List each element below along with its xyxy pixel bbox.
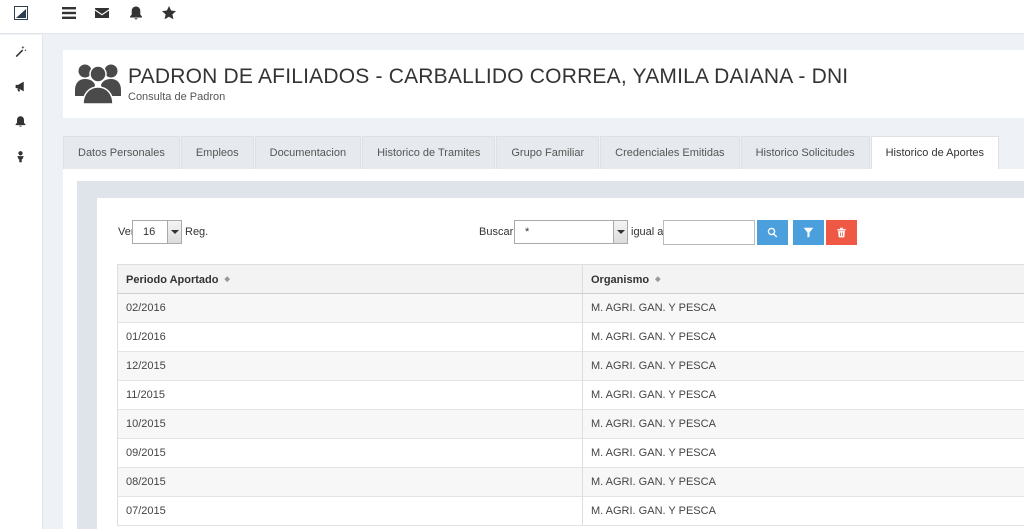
delete-button[interactable] — [826, 220, 857, 245]
page-size-value: 16 — [143, 226, 156, 238]
search-field-value: * — [525, 226, 530, 238]
envelope-icon[interactable] — [94, 5, 112, 21]
periodo-cell: 11/2015 — [117, 381, 583, 409]
sort-icon[interactable]: ◆ — [224, 265, 229, 295]
periodo-cell: 08/2015 — [117, 468, 583, 496]
organismo-cell: M. AGRI. GAN. Y PESCA — [591, 331, 716, 343]
star-icon[interactable] — [161, 5, 179, 21]
organismo-cell: M. AGRI. GAN. Y PESCA — [591, 389, 716, 401]
table-row[interactable]: 08/2015 M. AGRI. GAN. Y PESCA — [117, 468, 1024, 497]
page-title: PADRON DE AFILIADOS - CARBALLIDO CORREA,… — [128, 65, 855, 88]
table-header: Periodo Aportado ◆ Organismo ◆ — [117, 264, 1024, 294]
menu-icon[interactable] — [61, 5, 79, 21]
column-header-organismo[interactable]: Organismo ◆ — [583, 265, 1024, 293]
column-header-label: Periodo Aportado — [126, 274, 219, 286]
tab-bar: Datos Personales Empleos Documentacion H… — [63, 136, 1000, 169]
tab-grupo-familiar[interactable]: Grupo Familiar — [496, 136, 600, 169]
filter-button[interactable] — [793, 220, 824, 245]
table-row[interactable]: 02/2016 M. AGRI. GAN. Y PESCA — [117, 294, 1024, 323]
users-group-icon — [75, 60, 121, 105]
search-input[interactable] — [663, 220, 755, 245]
sort-icon[interactable]: ◆ — [655, 265, 660, 295]
column-header-label: Organismo — [591, 274, 650, 286]
organismo-cell: M. AGRI. GAN. Y PESCA — [591, 302, 716, 314]
table-row[interactable]: 09/2015 M. AGRI. GAN. Y PESCA — [117, 439, 1024, 468]
aportes-table: Periodo Aportado ◆ Organismo ◆ 02/2016 M. … — [117, 264, 1024, 526]
periodo-cell: 02/2016 — [117, 294, 583, 322]
table-row[interactable]: 12/2015 M. AGRI. GAN. Y PESCA — [117, 352, 1024, 381]
tab-credenciales-emitidas[interactable]: Credenciales Emitidas — [600, 136, 740, 169]
table-row[interactable]: 10/2015 M. AGRI. GAN. Y PESCA — [117, 410, 1024, 439]
filter-icon — [803, 227, 814, 238]
search-button[interactable] — [757, 220, 788, 245]
tab-historico-tramites[interactable]: Historico de Tramites — [362, 136, 496, 169]
left-sidebar — [0, 35, 43, 529]
chevron-down-icon — [167, 221, 181, 243]
table-row[interactable]: 11/2015 M. AGRI. GAN. Y PESCA — [117, 381, 1024, 410]
organismo-cell: M. AGRI. GAN. Y PESCA — [591, 418, 716, 430]
table-row[interactable]: 07/2015 M. AGRI. GAN. Y PESCA — [117, 497, 1024, 526]
organismo-cell: M. AGRI. GAN. Y PESCA — [591, 505, 716, 517]
periodo-cell: 09/2015 — [117, 439, 583, 467]
tab-historico-aportes[interactable]: Historico de Aportes — [870, 136, 1000, 169]
organismo-cell: M. AGRI. GAN. Y PESCA — [591, 360, 716, 372]
top-navbar — [0, 0, 1024, 34]
page-subtitle: Consulta de Padron — [128, 91, 226, 103]
column-header-periodo[interactable]: Periodo Aportado ◆ — [117, 265, 583, 293]
periodo-cell: 01/2016 — [117, 323, 583, 351]
periodo-cell: 07/2015 — [117, 497, 583, 525]
table-row[interactable]: 01/2016 M. AGRI. GAN. Y PESCA — [117, 323, 1024, 352]
tab-documentacion[interactable]: Documentacion — [254, 136, 362, 169]
buscar-label: Buscar — [479, 226, 514, 238]
search-field-select[interactable]: * — [514, 220, 628, 244]
reg-label: Reg. — [185, 226, 209, 238]
page-header: PADRON DE AFILIADOS - CARBALLIDO CORREA,… — [63, 50, 1024, 118]
bell-icon[interactable] — [128, 5, 146, 21]
bullhorn-icon[interactable] — [14, 80, 28, 94]
trash-icon — [837, 227, 846, 238]
page-size-select[interactable]: 16 — [132, 220, 182, 244]
organismo-cell: M. AGRI. GAN. Y PESCA — [591, 447, 716, 459]
user-icon[interactable] — [14, 150, 28, 164]
search-icon — [767, 227, 778, 238]
logo-icon[interactable] — [14, 6, 28, 20]
bell-icon[interactable] — [14, 115, 28, 129]
tab-empleos[interactable]: Empleos — [180, 136, 254, 169]
magic-wand-icon[interactable] — [14, 45, 28, 59]
organismo-cell: M. AGRI. GAN. Y PESCA — [591, 476, 716, 488]
periodo-cell: 10/2015 — [117, 410, 583, 438]
periodo-cell: 12/2015 — [117, 352, 583, 380]
igual-label: igual a — [631, 226, 664, 238]
tab-datos-personales[interactable]: Datos Personales — [63, 136, 180, 169]
tab-historico-solicitudes[interactable]: Historico Solicitudes — [740, 136, 870, 169]
chevron-down-icon — [613, 221, 627, 243]
